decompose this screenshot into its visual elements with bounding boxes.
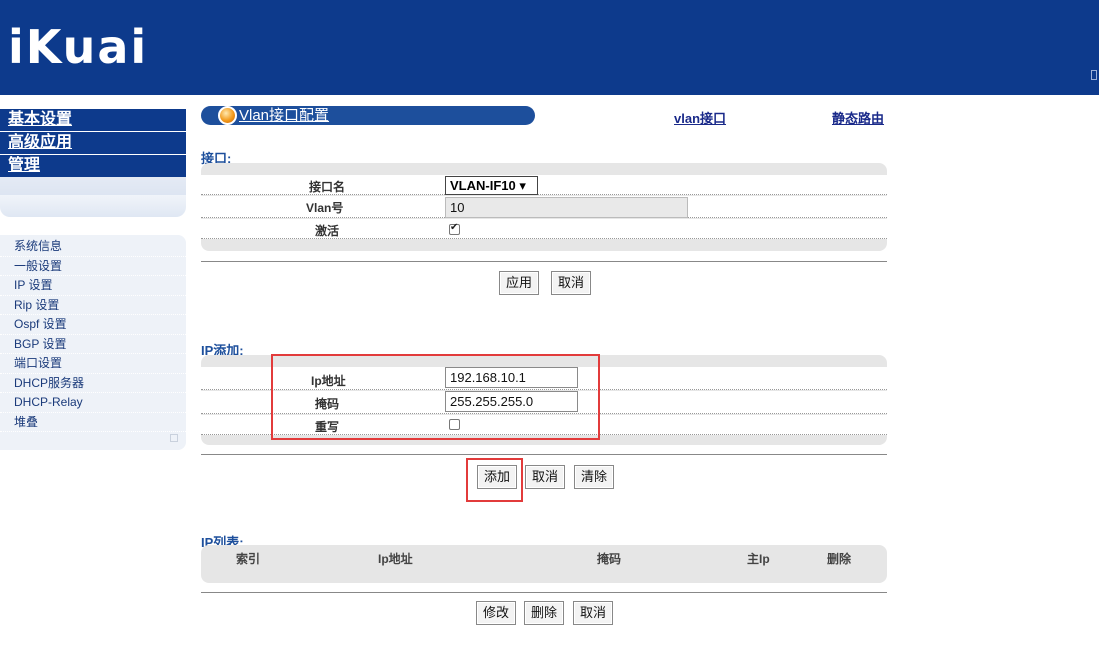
interface-name-label: 接口名 [309, 180, 346, 194]
submenu-ospf-settings[interactable]: Ospf 设置 [0, 315, 186, 335]
page-title: Vlan接口配置 [239, 107, 330, 124]
column-ip-address: Ip地址 [378, 552, 413, 566]
menu-basic-settings[interactable]: 基本设置 [0, 109, 186, 131]
menu-advanced-apps[interactable]: 高级应用 [0, 132, 186, 154]
column-primary-ip: 主Ip [747, 552, 770, 566]
clear-button[interactable]: 清除 [574, 465, 615, 489]
ikuai-logo: iKuai [8, 22, 148, 72]
submenu-port-settings[interactable]: 端口设置 [0, 354, 186, 374]
sidebar: 基本设置 高级应用 管理 系统信息 一般设置 IP 设置 Rip 设置 Ospf… [0, 95, 186, 660]
submenu-list: 系统信息 一般设置 IP 设置 Rip 设置 Ospf 设置 BGP 设置 端口… [0, 235, 186, 450]
sidebar-divider [0, 177, 186, 217]
ip-list-table: 索引 Ip地址 掩码 主Ip 删除 [201, 545, 887, 583]
menu-management[interactable]: 管理 [0, 155, 186, 177]
vlan-interface-link[interactable]: vlan接口 [674, 108, 726, 127]
submenu-system-info[interactable]: 系统信息 [0, 237, 186, 257]
active-checkbox[interactable] [449, 222, 460, 235]
active-label: 激活 [315, 224, 340, 238]
column-index: 索引 [236, 552, 261, 566]
static-route-link[interactable]: 静态路由 [832, 108, 884, 127]
submenu-ip-settings[interactable]: IP 设置 [0, 276, 186, 296]
orange-ball-icon [218, 106, 237, 125]
cancel-button[interactable]: 取消 [525, 465, 566, 489]
submenu-rip-settings[interactable]: Rip 设置 [0, 296, 186, 315]
divider [201, 261, 887, 262]
collapse-icon[interactable] [170, 434, 178, 442]
vlan-number-label: Vlan号 [306, 201, 344, 215]
highlight-box-add-button [466, 458, 523, 502]
divider [201, 592, 887, 593]
submenu-footer [0, 432, 186, 444]
apply-button[interactable]: 应用 [499, 271, 540, 295]
delete-button[interactable]: 删除 [524, 601, 565, 625]
submenu-dhcp-relay[interactable]: DHCP-Relay [0, 393, 186, 413]
page-title-bar: Vlan接口配置 [201, 106, 535, 125]
cancel-button[interactable]: 取消 [551, 271, 592, 295]
window-corner-icon [1091, 70, 1097, 80]
column-delete: 删除 [827, 552, 852, 566]
vlan-number-row: Vlan号 10 [201, 196, 887, 218]
submenu-dhcp-server[interactable]: DHCP服务器 [0, 374, 186, 393]
cancel-button[interactable]: 取消 [573, 601, 614, 625]
header-bar: iKuai [0, 0, 1099, 95]
interface-name-row: 接口名 VLAN-IF10 ▾ [201, 175, 887, 195]
divider [201, 454, 887, 455]
submenu-bgp-settings[interactable]: BGP 设置 [0, 335, 186, 354]
submenu-stacking[interactable]: 堆叠 [0, 413, 186, 432]
vlan-number-field[interactable]: 10 [445, 197, 688, 218]
modify-button[interactable]: 修改 [476, 601, 517, 625]
highlight-box-ip-fields [271, 354, 600, 440]
column-mask: 掩码 [597, 552, 622, 566]
submenu-general-settings[interactable]: 一般设置 [0, 257, 186, 276]
active-row: 激活 [201, 219, 887, 239]
logo-text: iKuai [8, 20, 149, 74]
interface-name-select[interactable]: VLAN-IF10 ▾ [445, 176, 538, 195]
